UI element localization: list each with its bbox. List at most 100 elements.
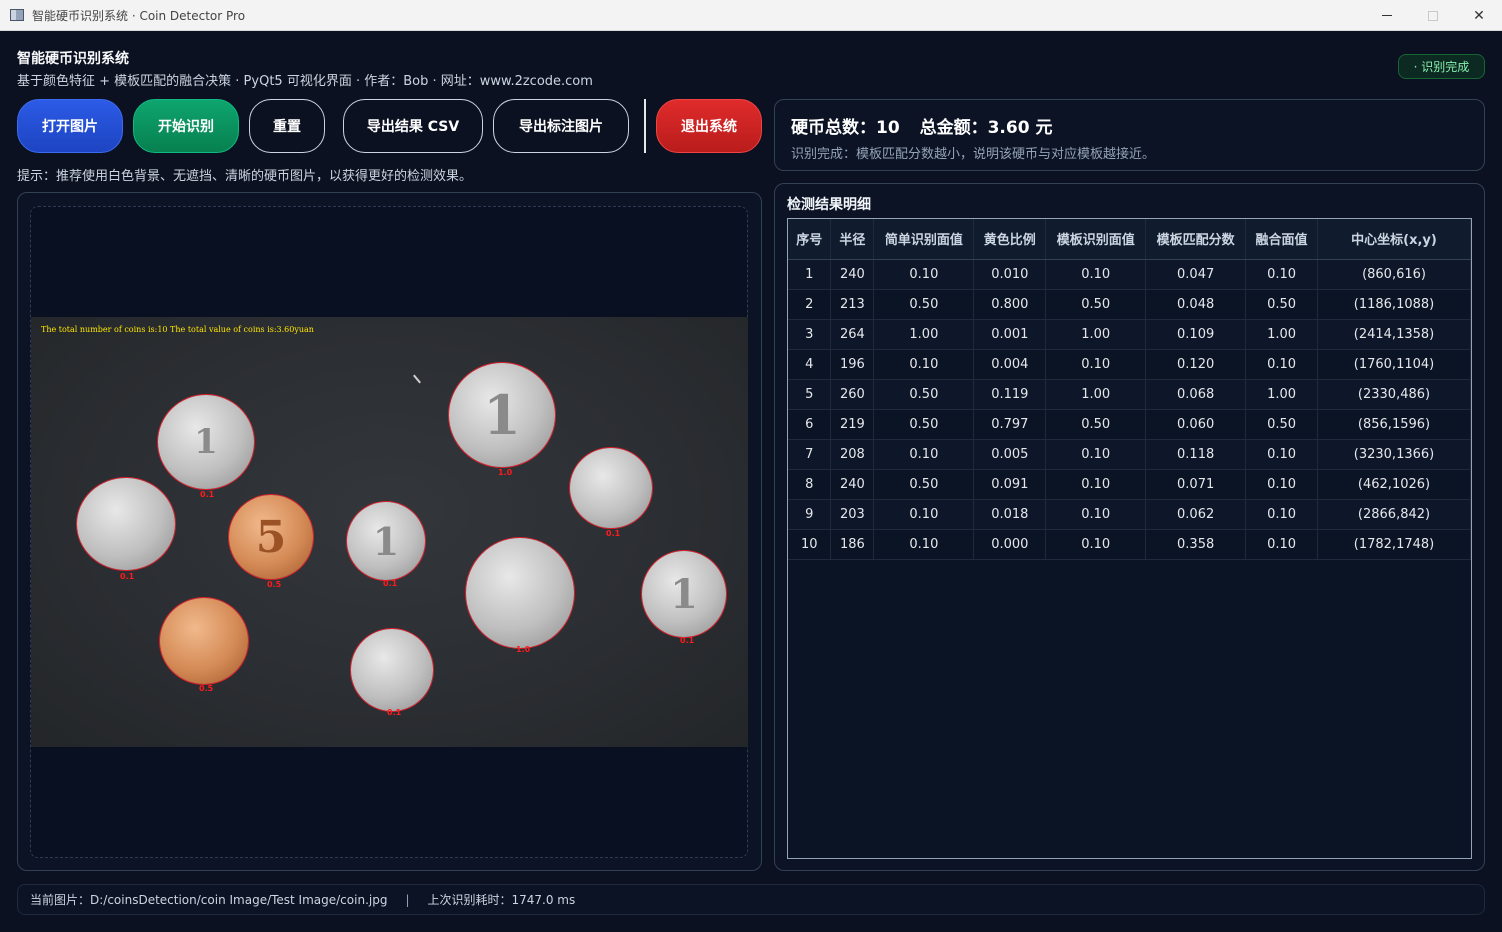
column-header[interactable]: 模板匹配分数 <box>1145 219 1247 260</box>
table-cell: 240 <box>830 469 875 500</box>
column-header[interactable]: 融合面值 <box>1245 219 1319 260</box>
results-table: 序号 半径 简单识别面值 黄色比例 模板识别面值 模板匹配分数 融合面值 中心坐标(x,y) … <box>788 219 1471 560</box>
table-cell: 0.10 <box>1245 349 1319 380</box>
table-cell: 0.10 <box>1045 259 1147 290</box>
coin-count: 硬币总数：10 <box>791 118 900 138</box>
summary-totals: 硬币总数：10 总金额：3.60 元 <box>791 113 1066 138</box>
table-row[interactable]: 1 240 0.10 0.010 0.10 0.047 0.10 (860,616) <box>788 259 1471 290</box>
table-cell: 0.10 <box>1045 529 1147 560</box>
table-cell: 0.062 <box>1145 499 1247 530</box>
table-cell: 0.50 <box>873 289 975 320</box>
close-button[interactable]: ✕ <box>1456 0 1502 31</box>
table-cell: 0.000 <box>973 529 1047 560</box>
table-cell: 0.10 <box>1245 259 1319 290</box>
table-cell: 0.120 <box>1145 349 1247 380</box>
column-header[interactable]: 简单识别面值 <box>873 219 975 260</box>
coin-value-label: 1.0 <box>498 468 513 477</box>
table-row[interactable]: 9 203 0.10 0.018 0.10 0.062 0.10 (2866,842) <box>788 499 1471 530</box>
table-cell: 0.797 <box>973 409 1047 440</box>
column-header[interactable]: 模板识别面值 <box>1045 219 1147 260</box>
table-cell: 0.10 <box>1245 529 1319 560</box>
table-cell: (1782,1748) <box>1317 529 1471 560</box>
coin-face <box>77 478 175 570</box>
table-cell: 196 <box>830 349 875 380</box>
coin-value-label: 0.5 <box>199 684 214 693</box>
table-cell: (856,1596) <box>1317 409 1471 440</box>
table-row[interactable]: 10 186 0.10 0.000 0.10 0.358 0.10 (1782,1748) <box>788 529 1471 560</box>
table-cell: 1 <box>788 259 832 290</box>
table-row[interactable]: 7 208 0.10 0.005 0.10 0.118 0.10 (3230,1366) <box>788 439 1471 470</box>
table-cell: 0.068 <box>1145 379 1247 410</box>
coin-marker <box>569 447 653 529</box>
table-row[interactable]: 2 213 0.50 0.800 0.50 0.048 0.50 (1186,1088) <box>788 289 1471 320</box>
table-cell: 0.109 <box>1145 319 1247 350</box>
open-image-button[interactable]: 打开图片 <box>17 99 123 153</box>
table-cell: 0.10 <box>1245 469 1319 500</box>
table-row[interactable]: 3 264 1.00 0.001 1.00 0.109 1.00 (2414,1358) <box>788 319 1471 350</box>
coin-value-label: 0.1 <box>680 636 695 645</box>
coin-face <box>160 598 248 684</box>
coin-marker <box>350 628 434 712</box>
coin-value-label: 0.1 <box>383 579 398 588</box>
coin-face: 1 <box>158 395 254 489</box>
table-cell: 0.091 <box>973 469 1047 500</box>
column-header[interactable]: 中心坐标(x,y) <box>1317 219 1471 260</box>
table-cell: 3 <box>788 319 832 350</box>
table-cell: 0.060 <box>1145 409 1247 440</box>
table-cell: 260 <box>830 379 875 410</box>
coin-value-label: 0.1 <box>200 490 215 499</box>
table-cell: 0.50 <box>1045 409 1147 440</box>
table-cell: 0.119 <box>973 379 1047 410</box>
reset-button[interactable]: 重置 <box>249 99 325 153</box>
coin-value-label: 0.1 <box>120 572 135 581</box>
column-header[interactable]: 半径 <box>830 219 875 260</box>
table-cell: 0.10 <box>1045 439 1147 470</box>
exit-button[interactable]: 退出系统 <box>656 99 762 153</box>
maximize-button[interactable] <box>1410 0 1456 31</box>
table-row[interactable]: 6 219 0.50 0.797 0.50 0.060 0.50 (856,1596) <box>788 409 1471 440</box>
table-cell: 208 <box>830 439 875 470</box>
table-cell: 1.00 <box>1045 379 1147 410</box>
table-cell: 0.10 <box>1245 499 1319 530</box>
column-header[interactable]: 黄色比例 <box>973 219 1047 260</box>
table-cell: 0.047 <box>1145 259 1247 290</box>
table-header-row: 序号 半径 简单识别面值 黄色比例 模板识别面值 模板匹配分数 融合面值 中心坐标(x,y) <box>788 219 1471 260</box>
window-title: 智能硬币识别系统 · Coin Detector Pro <box>32 8 246 23</box>
coin-marker <box>465 537 575 649</box>
table-cell: 1.00 <box>1045 319 1147 350</box>
table-cell: 0.004 <box>973 349 1047 380</box>
elapsed-time: 上次识别耗时：1747.0 ms <box>427 893 576 907</box>
table-cell: 0.010 <box>973 259 1047 290</box>
minimize-button[interactable] <box>1364 0 1410 31</box>
table-cell: 2 <box>788 289 832 320</box>
coin-marker: 1 <box>641 550 727 638</box>
coin-face <box>570 448 652 528</box>
start-recognition-button[interactable]: 开始识别 <box>133 99 239 153</box>
table-cell: 240 <box>830 259 875 290</box>
table-row[interactable]: 8 240 0.50 0.091 0.10 0.071 0.10 (462,1026) <box>788 469 1471 500</box>
coin-value-label: 1.0 <box>516 645 531 654</box>
status-bar: 当前图片：D:/coinsDetection/coin Image/Test I… <box>17 884 1485 915</box>
photo-caption: The total number of coins is:10 The tota… <box>41 325 314 334</box>
table-cell: (2414,1358) <box>1317 319 1471 350</box>
export-annotated-image-button[interactable]: 导出标注图片 <box>493 99 629 153</box>
coin-face: 1 <box>449 363 555 467</box>
coin-face <box>466 538 574 648</box>
table-row[interactable]: 5 260 0.50 0.119 1.00 0.068 1.00 (2330,486) <box>788 379 1471 410</box>
table-cell: (1760,1104) <box>1317 349 1471 380</box>
table-row[interactable]: 4 196 0.10 0.004 0.10 0.120 0.10 (1760,1104) <box>788 349 1471 380</box>
app-window-icon <box>10 9 24 21</box>
coin-face: 5 <box>229 495 313 579</box>
export-csv-button[interactable]: 导出结果 CSV <box>343 99 483 153</box>
table-cell: (462,1026) <box>1317 469 1471 500</box>
minimize-icon <box>1382 15 1392 16</box>
coin-face: 1 <box>347 502 425 580</box>
coin-value-label: 0.5 <box>267 580 282 589</box>
table-cell: 0.10 <box>1245 439 1319 470</box>
table-cell: 6 <box>788 409 832 440</box>
coin-face: 1 <box>642 551 726 637</box>
column-header[interactable]: 序号 <box>788 219 832 260</box>
table-cell: 186 <box>830 529 875 560</box>
results-table-container[interactable]: 序号 半径 简单识别面值 黄色比例 模板识别面值 模板匹配分数 融合面值 中心坐标(x,y) … <box>787 218 1472 859</box>
table-cell: 7 <box>788 439 832 470</box>
